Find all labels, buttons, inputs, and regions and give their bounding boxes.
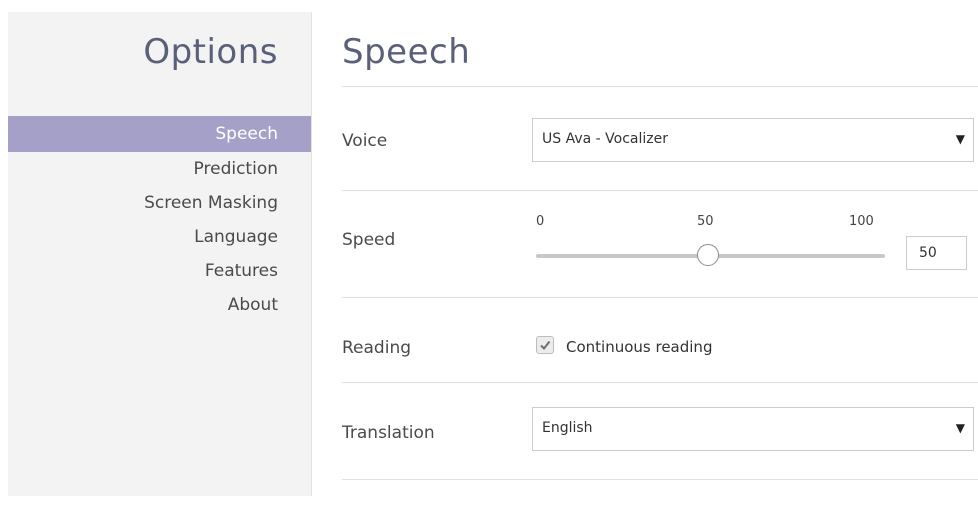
- sidebar-item-language[interactable]: Language: [8, 220, 311, 254]
- sidebar-item-screen-masking[interactable]: Screen Masking: [8, 186, 311, 220]
- sidebar-nav: Speech Prediction Screen Masking Languag…: [8, 116, 311, 322]
- speed-mid-label: 50: [697, 214, 714, 229]
- speed-slider-thumb[interactable]: [697, 244, 719, 266]
- translation-select[interactable]: English ▼: [532, 407, 974, 451]
- continuous-reading-checkbox[interactable]: [536, 336, 554, 354]
- divider: [342, 86, 978, 87]
- speed-value-input[interactable]: 50: [906, 236, 967, 270]
- translation-label: Translation: [342, 423, 435, 443]
- caret-down-icon: ▼: [955, 132, 965, 146]
- page-title: Speech: [342, 32, 471, 72]
- caret-down-icon: ▼: [955, 421, 965, 435]
- reading-label: Reading: [342, 338, 412, 358]
- translation-select-value: English: [542, 420, 593, 436]
- options-sidebar: Options Speech Prediction Screen Masking…: [8, 12, 312, 496]
- sidebar-item-about[interactable]: About: [8, 288, 311, 322]
- checkmark-icon: [540, 340, 551, 351]
- divider: [342, 297, 978, 298]
- sidebar-item-prediction[interactable]: Prediction: [8, 152, 311, 186]
- sidebar-item-features[interactable]: Features: [8, 254, 311, 288]
- divider: [342, 382, 978, 383]
- continuous-reading-label[interactable]: Continuous reading: [566, 338, 712, 356]
- speed-label: Speed: [342, 230, 396, 250]
- sidebar-title: Options: [143, 32, 278, 72]
- divider: [342, 190, 978, 191]
- sidebar-item-speech[interactable]: Speech: [8, 116, 311, 152]
- voice-label: Voice: [342, 131, 388, 151]
- divider: [342, 479, 978, 480]
- speed-max-label: 100: [849, 214, 874, 229]
- speed-min-label: 0: [536, 214, 545, 229]
- voice-select[interactable]: US Ava - Vocalizer ▼: [532, 118, 974, 162]
- voice-select-value: US Ava - Vocalizer: [542, 131, 668, 147]
